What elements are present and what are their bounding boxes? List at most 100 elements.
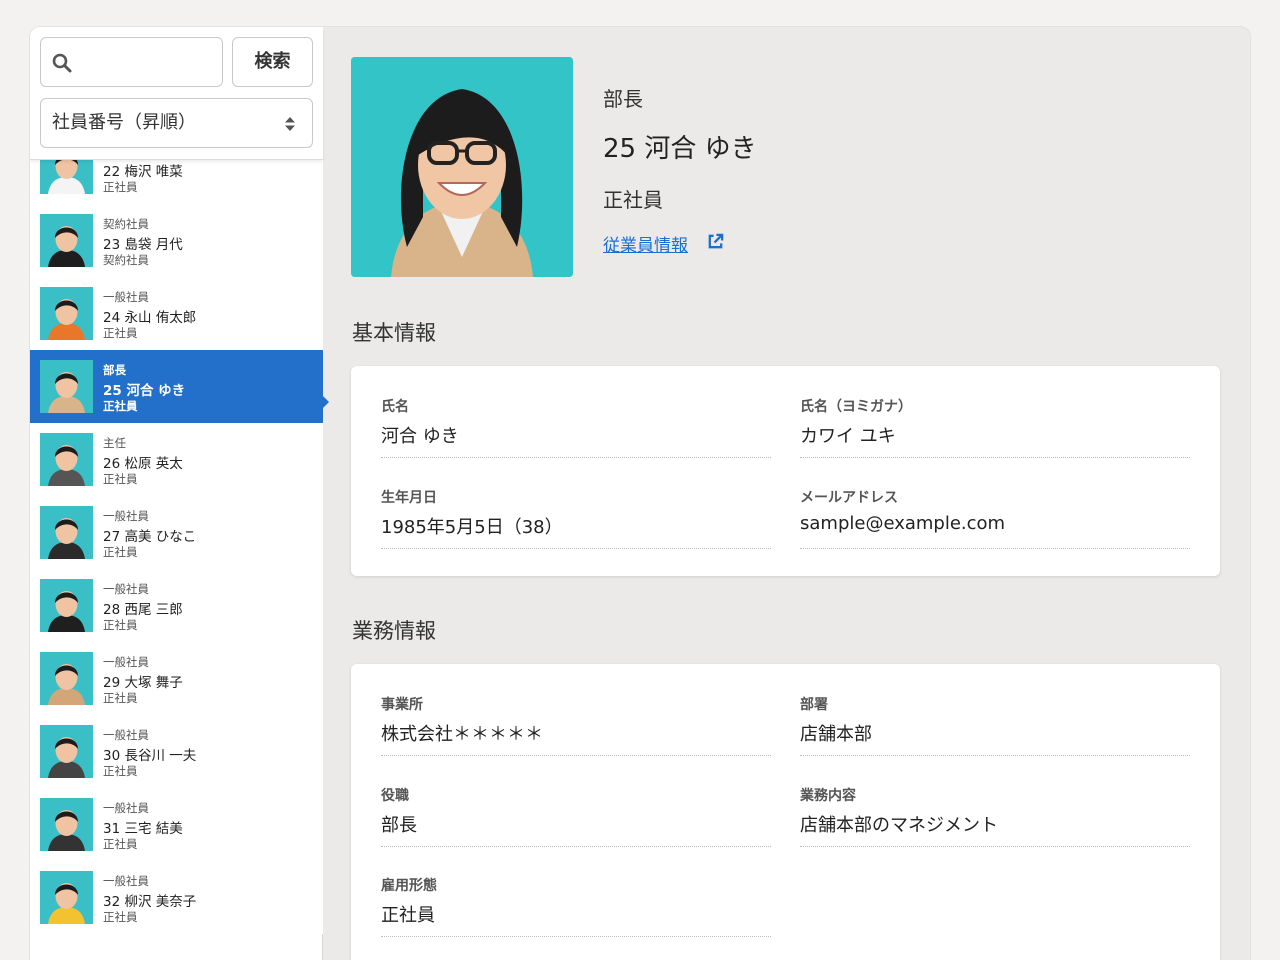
employee-role: 部長 [103,363,126,377]
sort-selected-value: 社員番号（昇順） [52,112,196,133]
employee-number-name: 31 三宅 結美 [103,821,183,837]
person-avatar-icon [40,360,93,413]
profile-role: 部長 [603,87,643,111]
avatar [40,871,93,924]
list-item[interactable]: 一般社員 29 大塚 舞子 正社員 [30,642,323,715]
kana-label: 氏名（ヨミガナ） [800,399,912,415]
employee-type: 正社員 [103,545,138,559]
employee-detail: 部長 25 河合 ゆき 正社員 従業員情報 基本情報 氏名 河合 ゆき 氏名（ヨ… [323,27,1250,960]
employee-role: 一般社員 [103,728,149,742]
list-item[interactable]: 一般社員22 梅沢 唯菜正社員 [30,160,323,204]
list-item[interactable]: 一般社員 24 永山 侑太郎 正社員 [30,277,323,350]
sort-select[interactable]: 社員番号（昇順） [40,98,313,148]
person-avatar-icon [40,579,93,632]
profile-photo [351,57,573,277]
list-item[interactable]: 一般社員 28 西尾 三郎 正社員 [30,569,323,642]
avatar [40,433,93,486]
avatar [40,725,93,778]
employee-role: 契約社員 [103,217,149,231]
list-item[interactable]: 主任 26 松原 英太 正社員 [30,423,323,496]
profile-name: 25 河合 ゆき [603,134,757,164]
kana-field: 氏名（ヨミガナ） カワイ ユキ [800,396,1190,458]
avatar [40,652,93,705]
employee-number-name: 30 長谷川 一夫 [103,748,197,764]
department-value: 店舗本部 [800,724,872,745]
work-info-card: 事業所 株式会社＊＊＊＊＊ 部署 店舗本部 役職 部長 業務内容 店舗本部のマネ… [351,664,1220,960]
position-label: 役職 [381,788,409,804]
employment-type-value: 正社員 [381,905,435,926]
list-item[interactable]: 部長 25 河合 ゆき 正社員 [30,350,323,423]
employee-number-name: 28 西尾 三郎 [103,602,183,618]
employee-role: 主任 [103,436,126,450]
employee-role: 一般社員 [103,655,149,669]
kana-value: カワイ ユキ [800,426,896,447]
avatar [40,360,93,413]
external-link-icon[interactable] [706,232,725,251]
list-item[interactable]: 一般社員 30 長谷川 一夫 正社員 [30,715,323,788]
avatar [40,798,93,851]
employee-sidebar: 検索 社員番号（昇順） 一般社員22 梅沢 唯菜正社員契約社員23 島袋 月代契… [30,27,323,960]
employee-type: 契約社員 [103,253,149,267]
app-window: 検索 社員番号（昇順） 一般社員22 梅沢 唯菜正社員契約社員23 島袋 月代契… [30,27,1250,960]
list-item[interactable]: 一般社員 31 三宅 結美 正社員 [30,788,323,861]
employee-type: 正社員 [103,691,138,705]
employee-number-name: 26 松原 英太 [103,456,183,472]
person-avatar-icon [40,725,93,778]
avatar [40,287,93,340]
person-avatar-icon [40,160,93,194]
office-label: 事業所 [381,697,423,713]
birthdate-value: 1985年5月5日（38） [381,517,563,538]
employee-role: 一般社員 [103,801,149,815]
avatar [40,506,93,559]
name-value: 河合 ゆき [381,426,459,447]
person-avatar-icon [40,871,93,924]
employee-type: 正社員 [103,618,138,632]
list-item[interactable]: 契約社員 23 島袋 月代 契約社員 [30,204,323,277]
department-field: 部署 店舗本部 [800,694,1190,756]
sidebar-header: 検索 社員番号（昇順） [30,27,323,160]
search-field[interactable] [40,37,223,87]
name-field: 氏名 河合 ゆき [381,396,771,458]
employee-list: 一般社員22 梅沢 唯菜正社員契約社員23 島袋 月代契約社員一般社員24 永山… [30,160,323,960]
sort-arrows-icon [285,117,295,131]
duty-field: 業務内容 店舗本部のマネジメント [800,785,1190,847]
employee-type: 正社員 [103,180,138,194]
person-avatar-icon [40,214,93,267]
search-button[interactable]: 検索 [232,37,313,87]
search-input[interactable] [79,46,217,78]
position-value: 部長 [381,815,417,836]
employee-role: 一般社員 [103,582,149,596]
employee-number-name: 22 梅沢 唯菜 [103,164,183,180]
search-icon [52,53,72,73]
person-avatar-icon [40,287,93,340]
employee-info-link[interactable]: 従業員情報 [603,231,688,256]
employee-number-name: 32 柳沢 美奈子 [103,894,197,910]
person-avatar-icon [40,798,93,851]
employment-type-field: 雇用形態 正社員 [381,875,771,937]
email-label: メールアドレス [800,490,898,506]
employee-role: 一般社員 [103,874,149,888]
employment-type-label: 雇用形態 [381,878,437,894]
basic-info-card: 氏名 河合 ゆき 氏名（ヨミガナ） カワイ ユキ 生年月日 1985年5月5日（… [351,366,1220,576]
person-avatar-icon [40,506,93,559]
list-item[interactable]: 一般社員 27 高美 ひなこ 正社員 [30,496,323,569]
employee-role: 一般社員 [103,290,149,304]
employee-number-name: 27 高美 ひなこ [103,529,197,545]
profile-employment-type: 正社員 [603,188,663,212]
employee-role: 一般社員 [103,509,149,523]
employee-type: 正社員 [103,764,138,778]
employee-number-name: 23 島袋 月代 [103,237,183,253]
office-field: 事業所 株式会社＊＊＊＊＊ [381,694,771,756]
employee-type: 正社員 [103,837,138,851]
office-value: 株式会社＊＊＊＊＊ [381,724,543,745]
work-info-title: 業務情報 [352,619,436,643]
list-item[interactable]: 一般社員 32 柳沢 美奈子 正社員 [30,861,323,934]
birthdate-label: 生年月日 [381,490,437,506]
name-label: 氏名 [381,399,409,415]
duty-label: 業務内容 [800,788,856,804]
basic-info-title: 基本情報 [352,321,436,345]
employee-number-name: 24 永山 侑太郎 [103,310,197,326]
avatar [40,160,93,194]
selection-pointer [323,396,329,408]
department-label: 部署 [800,697,828,713]
